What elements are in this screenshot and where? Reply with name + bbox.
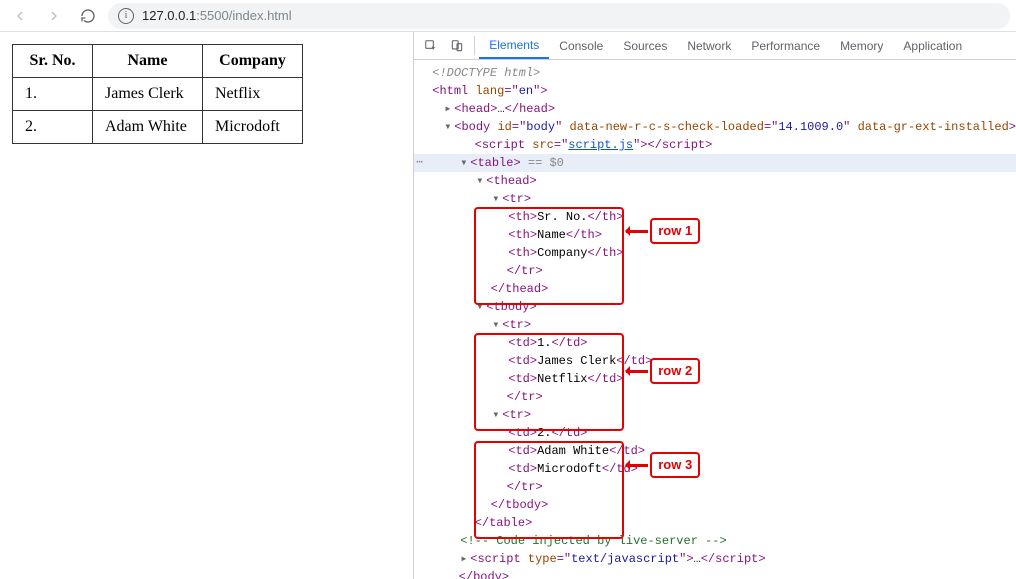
tab-sources[interactable]: Sources xyxy=(613,32,677,59)
back-button[interactable] xyxy=(6,2,34,30)
dom-tr2-close[interactable]: </tr> xyxy=(414,388,1016,406)
th-sr: Sr. No. xyxy=(13,45,93,78)
th-name: Name xyxy=(93,45,203,78)
reload-button[interactable] xyxy=(74,2,102,30)
dom-thead-close[interactable]: </thead> xyxy=(414,280,1016,298)
dom-script-src[interactable]: <script src="script.js"></script> xyxy=(414,136,1016,154)
devtools-panel: Elements Console Sources Network Perform… xyxy=(413,32,1016,579)
dom-tr2-open[interactable]: ▾<tr> xyxy=(414,316,1016,334)
dom-head[interactable]: ▸<head>…</head> xyxy=(414,100,1016,118)
site-info-icon[interactable]: i xyxy=(118,8,134,24)
dom-th-company[interactable]: <th>Company</th> xyxy=(414,244,1016,262)
dom-table-close[interactable]: </table> xyxy=(414,514,1016,532)
tab-network[interactable]: Network xyxy=(677,32,741,59)
table-row: 1. James Clerk Netflix xyxy=(13,78,303,111)
dom-th-sr[interactable]: <th>Sr. No.</th> xyxy=(414,208,1016,226)
dom-html-open[interactable]: <html lang="en"> xyxy=(414,82,1016,100)
tab-memory[interactable]: Memory xyxy=(830,32,893,59)
td-name: Adam White xyxy=(93,111,203,144)
dom-table-open[interactable]: ⋯▾<table> == $0 xyxy=(414,154,1016,172)
td-company: Netflix xyxy=(203,78,303,111)
tab-elements[interactable]: Elements xyxy=(479,32,549,59)
tab-application[interactable]: Application xyxy=(893,32,972,59)
devtools-tabbar: Elements Console Sources Network Perform… xyxy=(414,32,1016,60)
th-company: Company xyxy=(203,45,303,78)
dom-td-2[interactable]: <td>2.</td> xyxy=(414,424,1016,442)
dom-td-james[interactable]: <td>James Clerk</td> xyxy=(414,352,1016,370)
dom-tbody-close[interactable]: </tbody> xyxy=(414,496,1016,514)
dom-body-close[interactable]: </body> xyxy=(414,568,1016,579)
td-sr: 2. xyxy=(13,111,93,144)
tab-performance[interactable]: Performance xyxy=(741,32,830,59)
dom-th-name[interactable]: <th>Name</th> xyxy=(414,226,1016,244)
dom-td-1[interactable]: <td>1.</td> xyxy=(414,334,1016,352)
forward-button[interactable] xyxy=(40,2,68,30)
table-row: 2. Adam White Microdoft xyxy=(13,111,303,144)
devtools-dom-tree[interactable]: <!DOCTYPE html> <html lang="en"> ▸<head>… xyxy=(414,60,1016,579)
address-bar[interactable]: i 127.0.0.1:5500/index.html xyxy=(108,3,1010,29)
dom-td-adam[interactable]: <td>Adam White</td> xyxy=(414,442,1016,460)
inspect-icon[interactable] xyxy=(418,32,444,59)
dom-script-type[interactable]: ▸<script type="text/javascript">…</scrip… xyxy=(414,550,1016,568)
dom-tr1-open[interactable]: ▾<tr> xyxy=(414,190,1016,208)
table-header-row: Sr. No. Name Company xyxy=(13,45,303,78)
separator xyxy=(474,36,475,55)
dom-tr3-close[interactable]: </tr> xyxy=(414,478,1016,496)
dom-body-open[interactable]: ▾<body id="body" data-new-r-c-s-check-lo… xyxy=(414,118,1016,136)
td-company: Microdoft xyxy=(203,111,303,144)
page-content: Sr. No. Name Company 1. James Clerk Netf… xyxy=(0,32,413,579)
data-table: Sr. No. Name Company 1. James Clerk Netf… xyxy=(12,44,303,144)
dom-td-microdoft[interactable]: <td>Microdoft</td> xyxy=(414,460,1016,478)
browser-chrome: i 127.0.0.1:5500/index.html xyxy=(0,0,1016,32)
dom-td-netflix[interactable]: <td>Netflix</td> xyxy=(414,370,1016,388)
dom-comment-live[interactable]: <!-- Code injected by live-server --> xyxy=(414,532,1016,550)
device-toggle-icon[interactable] xyxy=(444,32,470,59)
td-sr: 1. xyxy=(13,78,93,111)
dom-tbody-open[interactable]: ▾<tbody> xyxy=(414,298,1016,316)
dom-doctype[interactable]: <!DOCTYPE html> xyxy=(414,64,1016,82)
td-name: James Clerk xyxy=(93,78,203,111)
dom-tr3-open[interactable]: ▾<tr> xyxy=(414,406,1016,424)
dom-thead-open[interactable]: ▾<thead> xyxy=(414,172,1016,190)
dom-tr1-close[interactable]: </tr> xyxy=(414,262,1016,280)
tab-console[interactable]: Console xyxy=(549,32,613,59)
url-text: 127.0.0.1:5500/index.html xyxy=(142,8,292,23)
